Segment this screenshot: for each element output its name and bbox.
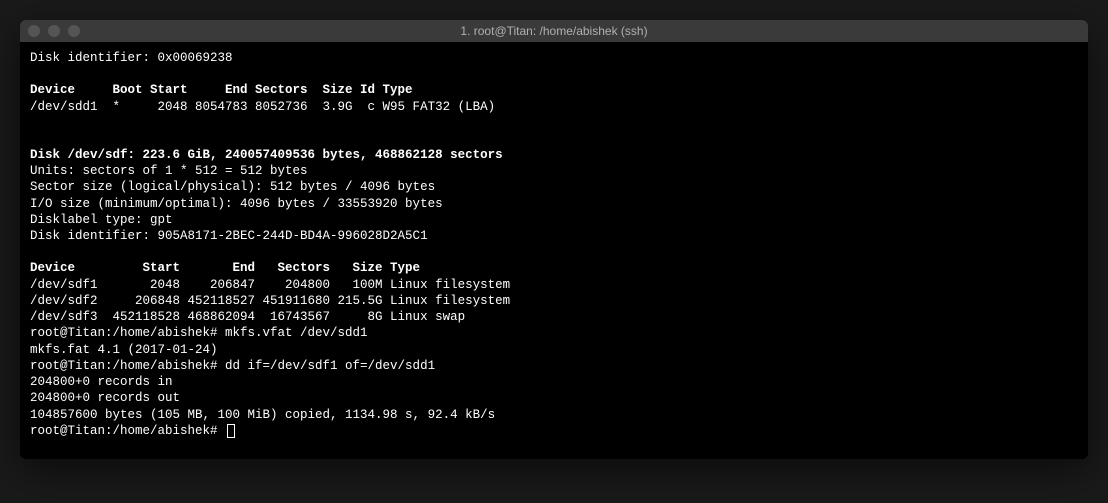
terminal-line [30,66,1078,82]
terminal-line: /dev/sdf1 2048 206847 204800 100M Linux … [30,277,1078,293]
terminal-line: root@Titan:/home/abishek# mkfs.vfat /dev… [30,325,1078,341]
terminal-line: Units: sectors of 1 * 512 = 512 bytes [30,163,1078,179]
terminal-window: 1. root@Titan: /home/abishek (ssh) Disk … [20,20,1088,459]
terminal-line: mkfs.fat 4.1 (2017-01-24) [30,342,1078,358]
terminal-line [30,131,1078,147]
terminal-line: /dev/sdd1 * 2048 8054783 8052736 3.9G c … [30,99,1078,115]
terminal-line: Device Boot Start End Sectors Size Id Ty… [30,82,1078,98]
terminal-line: Disk identifier: 905A8171-2BEC-244D-BD4A… [30,228,1078,244]
minimize-icon[interactable] [48,25,60,37]
terminal-line: Disk identifier: 0x00069238 [30,50,1078,66]
close-icon[interactable] [28,25,40,37]
terminal-line [30,115,1078,131]
terminal-prompt-line[interactable]: root@Titan:/home/abishek# [30,423,1078,439]
terminal-body[interactable]: Disk identifier: 0x00069238 Device Boot S… [20,42,1088,459]
terminal-line: /dev/sdf3 452118528 468862094 16743567 8… [30,309,1078,325]
titlebar[interactable]: 1. root@Titan: /home/abishek (ssh) [20,20,1088,42]
cursor-icon [227,424,235,438]
terminal-line: Sector size (logical/physical): 512 byte… [30,179,1078,195]
terminal-line: /dev/sdf2 206848 452118527 451911680 215… [30,293,1078,309]
terminal-prompt: root@Titan:/home/abishek# [30,424,225,438]
terminal-line: Disklabel type: gpt [30,212,1078,228]
terminal-line: I/O size (minimum/optimal): 4096 bytes /… [30,196,1078,212]
traffic-lights [28,25,80,37]
terminal-line [30,244,1078,260]
terminal-line: 104857600 bytes (105 MB, 100 MiB) copied… [30,407,1078,423]
window-title: 1. root@Titan: /home/abishek (ssh) [20,24,1088,38]
terminal-line: root@Titan:/home/abishek# dd if=/dev/sdf… [30,358,1078,374]
terminal-line: 204800+0 records out [30,390,1078,406]
terminal-line: 204800+0 records in [30,374,1078,390]
terminal-line: Device Start End Sectors Size Type [30,260,1078,276]
terminal-line: Disk /dev/sdf: 223.6 GiB, 240057409536 b… [30,147,1078,163]
maximize-icon[interactable] [68,25,80,37]
